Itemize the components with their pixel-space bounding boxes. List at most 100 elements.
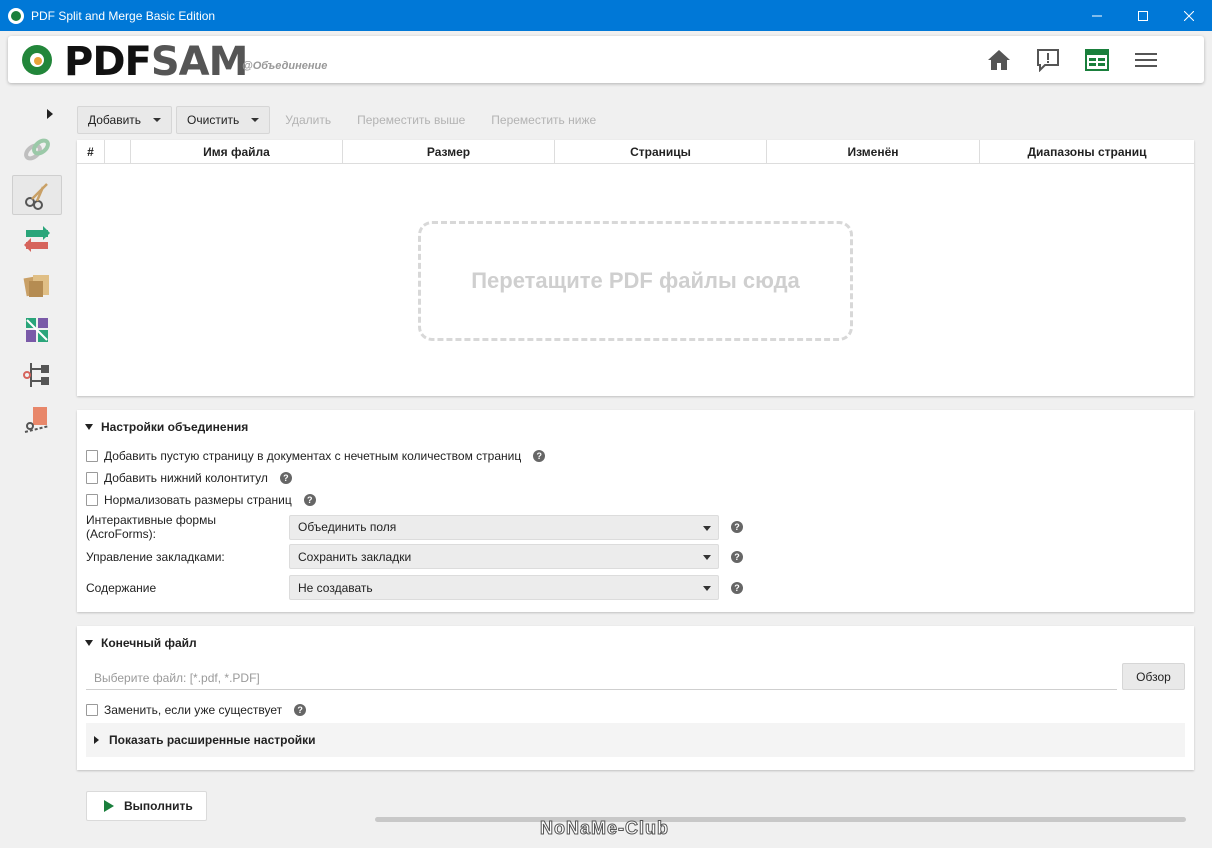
overwrite-option: Заменить, если уже существует ? [86, 703, 307, 717]
triangle-down-icon [85, 640, 93, 646]
toc-row: Содержание Не создавать ? [86, 575, 743, 600]
help-icon[interactable]: ? [731, 581, 743, 594]
alternate-mix-icon [23, 275, 49, 297]
drop-zone[interactable]: Перетащите PDF файлы сюда [418, 221, 853, 341]
close-button[interactable] [1166, 0, 1212, 31]
browse-button[interactable]: Обзор [1122, 663, 1185, 690]
file-toolbar: Добавить Очистить Удалить Переместить вы… [77, 106, 607, 134]
destination-toggle[interactable]: Конечный файл [85, 636, 197, 650]
pdfsam-logo-icon [22, 45, 52, 75]
watermark: NoNaMe-Club [540, 818, 669, 839]
nav-alternate-mix[interactable] [12, 265, 62, 305]
move-down-button[interactable]: Переместить ниже [480, 106, 607, 134]
logo-pdf: PDF [64, 39, 152, 85]
nav-extract[interactable] [12, 310, 62, 350]
run-button-label: Выполнить [124, 799, 193, 813]
run-button[interactable]: Выполнить [86, 791, 207, 821]
help-icon[interactable]: ? [294, 704, 307, 716]
normalize-checkbox[interactable] [86, 494, 98, 506]
acroforms-select[interactable]: Объединить поля [289, 514, 719, 540]
clear-button[interactable]: Очистить [176, 106, 271, 134]
merge-icon [24, 138, 50, 161]
destination-file-input[interactable]: Выберите файл: [*.pdf, *.PDF] [86, 666, 1117, 690]
maximize-icon [1138, 10, 1148, 21]
table-header: # Имя файла Размер Страницы Изменён Диап… [77, 140, 1194, 164]
col-pages[interactable]: Страницы [555, 140, 767, 163]
chevron-right-icon [47, 109, 53, 119]
footer-option: Добавить нижний колонтитул ? [86, 471, 292, 485]
help-icon[interactable]: ? [731, 521, 743, 533]
file-table[interactable]: # Имя файла Размер Страницы Изменён Диап… [77, 140, 1194, 396]
normalize-label: Нормализовать размеры страниц [104, 493, 292, 507]
app-header: PDFSAM @Объединение [8, 36, 1204, 85]
acroforms-label: Интерактивные формы (AcroForms): [86, 513, 216, 541]
col-size[interactable]: Размер [343, 140, 555, 163]
merge-settings-panel: Настройки объединения Добавить пустую ст… [77, 410, 1194, 612]
triangle-down-icon [85, 424, 93, 430]
tool-sidebar [12, 130, 64, 445]
window-controls [1074, 0, 1212, 31]
feedback-icon [1037, 49, 1059, 72]
feedback-button[interactable] [1034, 46, 1062, 74]
help-icon[interactable]: ? [303, 494, 316, 506]
nav-merge[interactable] [12, 130, 62, 170]
acroforms-row: Интерактивные формы (AcroForms): Объедин… [86, 513, 743, 541]
dashboard-button[interactable] [1083, 46, 1111, 74]
drop-hint: Перетащите PDF файлы сюда [471, 268, 800, 293]
bookmarks-row: Управление закладками: Сохранить закладк… [86, 544, 743, 569]
split-size-icon [24, 407, 50, 433]
col-page-ranges[interactable]: Диапазоны страниц [980, 140, 1194, 163]
blank-page-label: Добавить пустую страницу в документах с … [104, 449, 522, 463]
chevron-down-icon [703, 555, 711, 560]
home-icon [988, 50, 1010, 70]
nav-split-by-bookmarks[interactable] [12, 355, 62, 395]
overwrite-label: Заменить, если уже существует [104, 703, 283, 717]
logo-sam: SAM [150, 39, 249, 85]
help-icon[interactable]: ? [731, 550, 743, 563]
toc-select[interactable]: Не создавать [289, 575, 719, 600]
chevron-down-icon [703, 586, 711, 591]
split-bookmarks-icon [23, 363, 49, 387]
toc-value: Не создавать [298, 580, 373, 595]
app-logo-text: PDFSAM [64, 39, 249, 85]
acroforms-value: Объединить поля [298, 520, 397, 534]
normalize-option: Нормализовать размеры страниц ? [86, 493, 316, 507]
home-button[interactable] [985, 46, 1013, 74]
advanced-settings-toggle[interactable]: Показать расширенные настройки [86, 723, 1185, 757]
blank-page-checkbox[interactable] [86, 450, 98, 462]
remove-button[interactable]: Удалить [274, 106, 342, 134]
merge-settings-title: Настройки объединения [101, 420, 249, 434]
maximize-button[interactable] [1120, 0, 1166, 31]
nav-split[interactable] [12, 175, 62, 215]
menu-button[interactable] [1132, 46, 1160, 74]
play-icon [104, 800, 114, 812]
minimize-button[interactable] [1074, 0, 1120, 31]
minimize-icon [1092, 15, 1102, 16]
add-button[interactable]: Добавить [77, 106, 173, 134]
help-icon[interactable]: ? [533, 450, 546, 462]
destination-title: Конечный файл [101, 636, 197, 650]
expand-nav-button[interactable] [44, 107, 56, 121]
col-modified[interactable]: Изменён [767, 140, 980, 163]
bookmarks-select[interactable]: Сохранить закладки [289, 544, 719, 569]
chevron-down-icon [703, 525, 711, 531]
col-filename[interactable]: Имя файла [131, 140, 343, 163]
footer-checkbox[interactable] [86, 472, 98, 484]
merge-settings-toggle[interactable]: Настройки объединения [85, 420, 248, 434]
header-toolbar [985, 46, 1160, 74]
help-icon[interactable]: ? [279, 472, 292, 484]
nav-split-by-size[interactable] [12, 400, 62, 440]
menu-icon [1135, 53, 1157, 67]
col-index[interactable]: # [77, 140, 105, 163]
window-titlebar: PDF Split and Merge Basic Edition [0, 0, 1212, 31]
overwrite-checkbox[interactable] [86, 704, 98, 716]
col-status[interactable] [105, 140, 131, 163]
toc-label: Содержание [86, 580, 157, 595]
rotate-icon [24, 226, 50, 252]
nav-rotate[interactable] [12, 220, 62, 260]
add-button-label: Добавить [88, 113, 142, 127]
scissors-icon [25, 183, 48, 210]
move-up-button[interactable]: Переместить выше [346, 106, 476, 134]
clear-button-label: Очистить [187, 113, 240, 127]
window-title: PDF Split and Merge Basic Edition [31, 8, 216, 23]
